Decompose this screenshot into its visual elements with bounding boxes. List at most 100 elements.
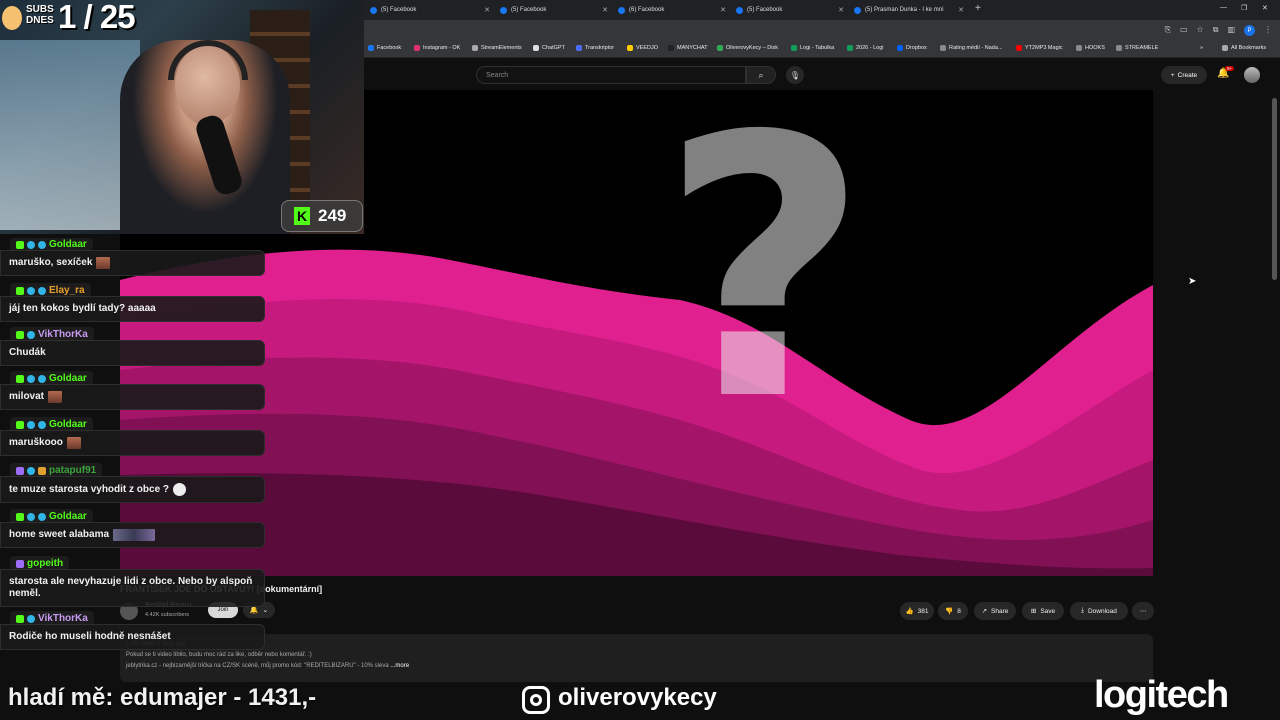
browser-tab[interactable]: (6) Facebook ✕ — [612, 2, 730, 18]
bookmark-icon — [627, 45, 633, 51]
subs-today-label: SUBS DNES — [26, 4, 54, 26]
kick-badge-icon — [16, 286, 24, 295]
bookmark-icon — [1116, 45, 1122, 51]
bookmarks-overflow-icon[interactable]: » — [1200, 45, 1203, 51]
search-input[interactable]: Search — [476, 66, 746, 84]
description-line: jeblytrika.cz - nejbizarnější trička na … — [126, 663, 410, 669]
bookmark-item[interactable]: STREAMELE — [1116, 45, 1158, 51]
emote-icon — [96, 257, 111, 269]
close-window-icon[interactable]: ✕ — [1262, 4, 1268, 12]
gem-badge-icon — [27, 466, 35, 475]
emote-icon — [48, 391, 63, 403]
bookmark-item[interactable]: Transkriptor — [576, 45, 614, 51]
toolbar-icons: ⎘ ▭ ☆ ⧉ ▥ P ⋮ — [1165, 25, 1272, 36]
minimize-icon[interactable]: — — [1220, 4, 1227, 11]
kick-badge-icon — [16, 512, 24, 521]
thumbs-down-icon: 👎 — [945, 608, 954, 615]
bookmark-icon — [717, 45, 723, 51]
extensions-icon[interactable]: ⧉ — [1213, 25, 1219, 36]
bookmark-item[interactable]: OliverovyKecy – Disk — [717, 45, 778, 51]
chat-text: home sweet alabama — [0, 522, 265, 548]
kick-badge-icon — [16, 420, 24, 429]
chat-text: milovat — [0, 384, 265, 410]
menu-kebab-icon[interactable]: ⋮ — [1264, 25, 1272, 36]
close-tab-icon[interactable]: ✕ — [720, 6, 726, 14]
gem-badge-icon — [38, 374, 46, 383]
sidepanel-icon[interactable]: ▥ — [1227, 25, 1235, 36]
kick-viewer-badge: K 249 — [281, 200, 363, 232]
sponsor-logo: logitech — [1094, 674, 1229, 716]
close-tab-icon[interactable]: ✕ — [602, 6, 608, 14]
browser-tab[interactable]: (5) Facebook ✕ — [364, 2, 494, 18]
bookmark-icon — [668, 45, 674, 51]
close-tab-icon[interactable]: ✕ — [838, 6, 844, 14]
video-description[interactable]: 1.2K views 3 days ago Pokud se ti video … — [120, 634, 1153, 682]
gem-badge-icon — [27, 420, 35, 429]
bookmark-icon — [368, 45, 374, 51]
profile-avatar[interactable]: P — [1244, 25, 1255, 36]
description-line: Pokud se ti video líbilo, budu moc rád z… — [126, 652, 312, 658]
instagram-icon — [522, 686, 550, 714]
bookmark-item[interactable]: StreamElements — [472, 45, 522, 51]
cast-icon[interactable]: ▭ — [1180, 25, 1188, 36]
browser-tab[interactable]: (5) Facebook ✕ — [494, 2, 612, 18]
download-icon: ⤓ — [1081, 607, 1084, 614]
microphone-icon[interactable]: 🎙 — [786, 66, 804, 84]
subscriber-badge-icon — [16, 559, 24, 568]
bookmark-item[interactable]: 2026 - Logi — [847, 45, 884, 51]
restore-icon[interactable]: ❐ — [1241, 4, 1247, 12]
gem-badge-icon — [27, 374, 35, 383]
bookmark-item[interactable]: Facebook — [368, 45, 401, 51]
donation-ticker: hladí mě: edumajer - 1431,- — [8, 684, 317, 711]
close-tab-icon[interactable]: ✕ — [958, 6, 964, 14]
all-bookmarks[interactable]: All Bookmarks — [1222, 45, 1266, 51]
bookmark-icon — [791, 45, 797, 51]
create-button[interactable]: + Create — [1161, 66, 1207, 84]
gem-badge-icon — [38, 240, 46, 249]
bookmark-icon — [1016, 45, 1022, 51]
viewer-count: 249 — [318, 206, 347, 225]
face-emote-icon — [173, 483, 187, 496]
search-icon[interactable]: ⌕ — [746, 66, 776, 84]
facebook-icon — [854, 6, 861, 14]
kick-badge-icon — [16, 614, 24, 623]
download-button[interactable]: ⤓ Download — [1070, 602, 1128, 620]
description-meta: 1.2K views 3 days ago — [126, 639, 1147, 650]
bookmark-item[interactable]: HOOKS — [1076, 45, 1105, 51]
translate-icon[interactable]: ⎘ — [1165, 25, 1171, 36]
browser-tab[interactable]: (5) Facebook ✕ — [730, 2, 848, 18]
bookmark-item[interactable]: Rating médií - Nada... — [940, 45, 1003, 51]
browser-tab-active[interactable]: (5) Prasman Dunka - I ke mní ✕ — [848, 2, 968, 18]
new-tab-icon[interactable]: + — [975, 3, 981, 14]
account-avatar[interactable] — [1244, 67, 1260, 83]
facebook-icon — [736, 6, 743, 14]
bookmark-item[interactable]: VEEDJO — [627, 45, 658, 51]
bookmark-item[interactable]: Logi - Tabulka — [791, 45, 834, 51]
subs-today-count: 1 / 25 — [58, 0, 136, 35]
dislike-button[interactable]: 👎 8 — [938, 602, 968, 620]
save-icon: ⊞ — [1030, 608, 1037, 615]
gem-badge-icon — [27, 286, 35, 295]
instagram-handle: oliverovykecy — [558, 684, 717, 711]
bookmark-item[interactable]: ChatGPT — [533, 45, 565, 51]
bookmark-icon — [414, 45, 420, 51]
bookmark-item[interactable]: MANYCHAT — [668, 45, 707, 51]
show-more-link[interactable]: ...more — [390, 663, 409, 669]
close-tab-icon[interactable]: ✕ — [484, 6, 490, 14]
bookmark-item[interactable]: YT2MP3 Magic — [1016, 45, 1063, 51]
bookmark-star-icon[interactable]: ☆ — [1197, 25, 1204, 36]
gem-badge-icon — [38, 512, 46, 521]
facebook-icon — [618, 6, 625, 14]
like-button[interactable]: 👍 381 — [900, 602, 934, 620]
bookmark-icon — [1076, 45, 1082, 51]
chat-text: jáj ten kokos bydlí tady? aaaaa — [0, 296, 265, 322]
more-actions-button[interactable]: ⋯ — [1132, 602, 1154, 620]
share-button[interactable]: ↗ Share — [974, 602, 1016, 620]
gem-badge-icon — [27, 240, 35, 249]
save-button[interactable]: ⊞ Save — [1022, 602, 1064, 620]
webcam-background — [0, 40, 140, 230]
page-scrollbar[interactable] — [1272, 98, 1277, 280]
kick-badge-icon — [16, 240, 24, 249]
bookmark-item[interactable]: Dropbox — [897, 45, 927, 51]
bookmark-item[interactable]: Instagram - OK — [414, 45, 460, 51]
